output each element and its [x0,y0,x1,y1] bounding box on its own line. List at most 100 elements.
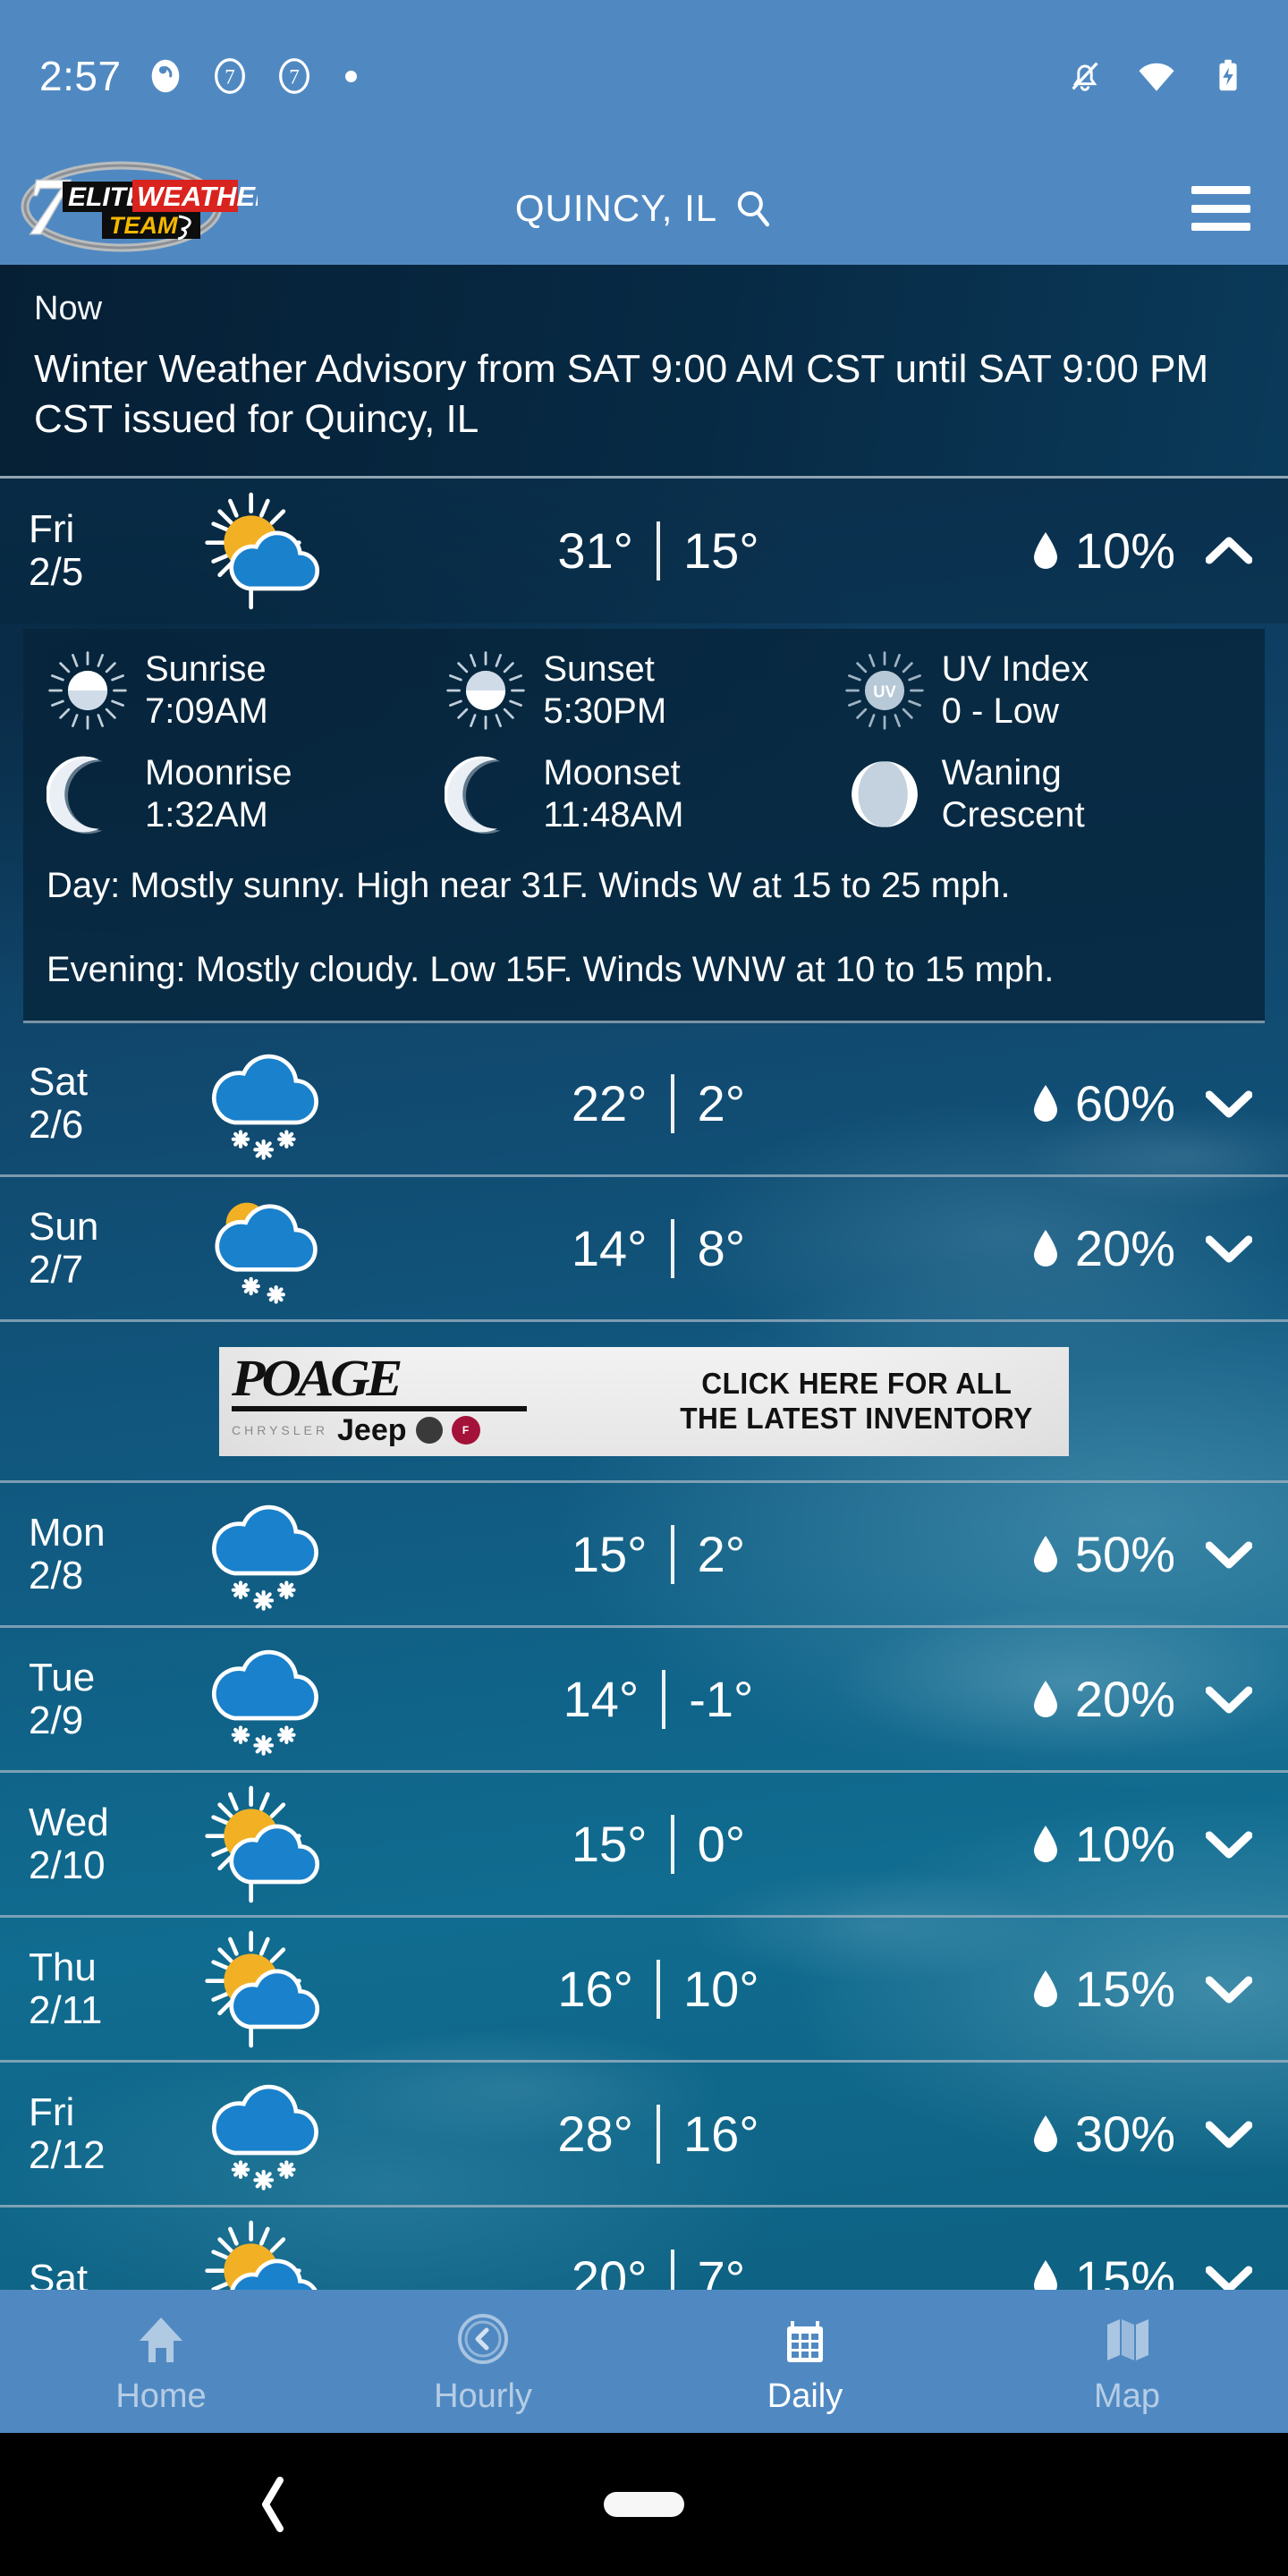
forecast-date: Fri 2/5 [29,508,199,593]
channel7-icon: 7 [214,58,245,94]
forecast-condition-icon-wrap [199,1186,333,1311]
chevron-down-icon[interactable] [1206,1684,1252,1715]
ad-cta-line2: THE LATEST INVENTORY [680,1401,1033,1435]
forecast-precip-value: 20% [1074,1220,1175,1277]
search-icon[interactable] [733,189,773,228]
battery-charging-icon [1219,59,1237,91]
forecast-row[interactable]: Mon 2/8 15° 2° 50% [0,1483,1288,1629]
forecast-condition-icon-wrap [199,1492,333,1617]
nav-item-daily[interactable]: Daily [644,2308,966,2416]
calendar-icon [774,2308,836,2370]
poage-ad-banner[interactable]: POAGE CHRYSLER Jeep F CLICK HERE FOR ALL THE … [219,1346,1069,1456]
forecast-row[interactable]: Fri 2/12 28° 16° 30% [0,2063,1288,2208]
chevron-down-icon[interactable] [1206,2264,1252,2290]
astro-grid: Sunrise 7:09AM Sunset 5:30PM UV Index 0 - Low… [47,648,1241,837]
forecast-high: 20° [571,2250,648,2290]
astro-value: 11:48AM [543,795,684,835]
chevron-down-icon[interactable] [1206,1089,1252,1119]
chevron-down-icon[interactable] [1206,1233,1252,1264]
status-bar-left: 2:57 7 7 [39,52,357,100]
bottom-navigation: Home Hourly Daily Map [0,2290,1288,2433]
astro-text: Sunset 5:30PM [543,648,666,733]
astro-cell: UV Index 0 - Low [843,648,1241,733]
temp-separator [670,1073,674,1133]
forecast-high: 15° [571,1816,648,1873]
svg-text:7: 7 [289,66,300,89]
forecast-weekday: Fri [29,2090,75,2135]
forecast-condition-icon-wrap [199,1927,333,2052]
forecast-daydate: 2/8 [29,1553,84,1597]
forecast-row[interactable]: Thu 2/11 16° 10° 15% [0,1918,1288,2063]
evening-forecast-text: Evening: Mostly cloudy. Low 15F. Winds W… [47,950,1055,990]
ad-brand-name: POAGE [232,1348,402,1407]
uv-index-icon [843,649,926,732]
forecast-low: 16° [683,2106,759,2163]
logo-team-badge: TEAM [102,212,200,241]
forecast-temperatures: 31° 15° [333,521,984,580]
forecast-precip-value: 60% [1074,1075,1175,1132]
forecast-temperatures: 14° -1° [333,1669,984,1729]
weather-alert-banner[interactable]: Now Winter Weather Advisory from SAT 9:0… [0,265,1288,479]
location-search[interactable]: QUINCY, IL [515,187,773,230]
wifi-icon [1139,63,1174,91]
forecast-temperatures: 22° 2° [333,1073,984,1133]
forecast-condition-icon-wrap [199,2072,333,2197]
temp-separator [657,2104,660,2164]
sun-behind-cloud-icon [203,1927,328,2052]
astro-label: Sunset [543,648,655,689]
astro-cell: Moonrise 1:32AM [47,752,445,836]
bell-off-icon [1072,62,1098,91]
forecast-temperatures: 20° 7° [333,2249,984,2290]
forecast-rows: Fri 2/5 31° 15° 10% Sunrise 7:09AM Sunset 5:30PM… [0,478,1288,2290]
forecast-temperatures: 28° 16° [333,2104,984,2164]
temp-separator [657,1959,660,2019]
forecast-precip-value: 15% [1074,1961,1175,2018]
status-bar-clock: 2:57 [39,53,122,99]
ad-sub-brands: CHRYSLER Jeep F [232,1413,644,1448]
forecast-precipitation: 15% [984,1960,1252,2018]
forecast-weekday: Tue [29,1656,96,1700]
forecast-row[interactable]: Wed 2/10 15° 0° 10% [0,1773,1288,1919]
forecast-weekday: Thu [29,1945,97,1990]
nav-item-hourly[interactable]: Hourly [322,2308,644,2416]
location-label: QUINCY, IL [514,187,718,229]
home-pill-icon[interactable] [604,2492,684,2517]
forecast-condition-icon-wrap [199,1782,333,1907]
sun-snow-cloud-icon [203,1186,328,1311]
forecast-date: Wed 2/10 [29,1801,199,1886]
forecast-precipitation: 20% [984,1219,1252,1277]
forecast-low: 15° [683,522,759,580]
forecast-precipitation: 15% [984,2250,1252,2290]
fiat-logo-icon: F [451,1416,480,1445]
forecast-row[interactable]: Sat 2/6 22° 2° 60% [0,1032,1288,1178]
status-bar: 2:57 7 7 [0,0,1288,152]
map-icon [1096,2308,1158,2370]
ram-logo-icon [415,1417,443,1445]
daily-forecast-scroll[interactable]: Now Winter Weather Advisory from SAT 9:0… [0,265,1288,2290]
chevron-down-icon[interactable] [1206,2119,1252,2149]
hamburger-menu-icon[interactable] [1191,186,1250,231]
svg-text:TEAM: TEAM [109,212,178,239]
android-navigation-bar [0,2433,1288,2576]
forecast-row[interactable]: Sat 20° 7° 15% [0,2207,1288,2290]
forecast-row[interactable]: Sun 2/7 14° 8° 20% [0,1177,1288,1323]
forecast-weekday: Mon [29,1511,106,1555]
chevron-down-icon[interactable] [1206,1539,1252,1570]
nav-item-home[interactable]: Home [0,2308,322,2416]
nav-item-map[interactable]: Map [966,2308,1288,2416]
astro-text: Sunrise 7:09AM [145,648,268,733]
water-drop-icon [1032,1229,1059,1268]
chevron-down-icon[interactable] [1206,1829,1252,1860]
moonset-icon [445,753,527,835]
back-chevron-icon[interactable] [255,2473,291,2536]
chevron-down-icon[interactable] [1206,1974,1252,2004]
forecast-date: Tue 2/9 [29,1657,199,1741]
water-drop-icon [1032,1680,1059,1719]
forecast-row[interactable]: Fri 2/5 31° 15° 10% [0,478,1288,623]
chevron-up-icon[interactable] [1206,536,1252,566]
forecast-row[interactable]: Tue 2/9 14° -1° 20% [0,1628,1288,1774]
water-drop-icon [1032,1084,1059,1123]
svg-text:WEATHER: WEATHER [137,181,258,212]
forecast-daydate: 2/11 [29,1987,103,2032]
temp-separator [670,1218,674,1278]
